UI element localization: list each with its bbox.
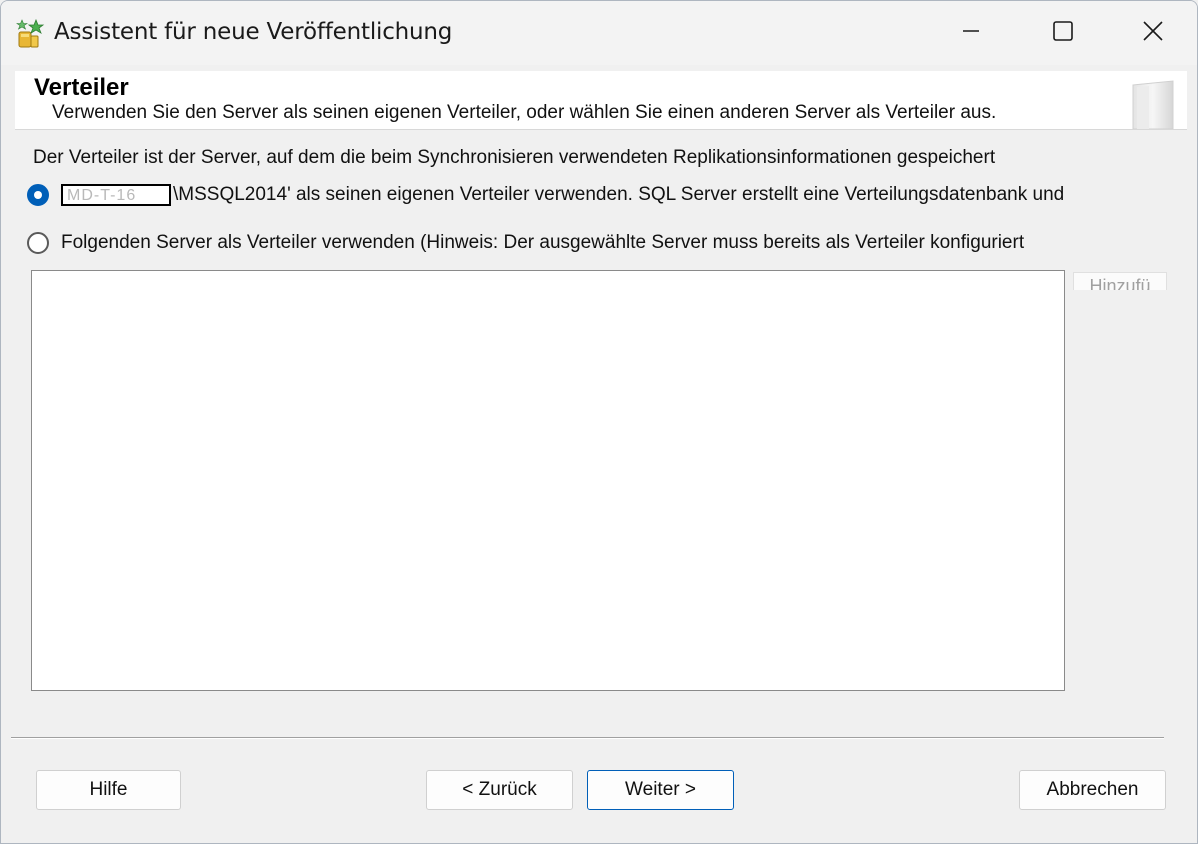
back-button[interactable]: < Zurück bbox=[426, 770, 573, 810]
minimize-icon bbox=[961, 21, 981, 46]
option-other-distributor[interactable]: Folgenden Server als Verteiler verwenden… bbox=[27, 232, 1024, 254]
option-other-distributor-label: Folgenden Server als Verteiler verwenden… bbox=[61, 232, 1025, 253]
distributor-info-text: Der Verteiler ist der Server, auf dem di… bbox=[33, 147, 996, 168]
close-icon bbox=[1142, 20, 1164, 47]
radio-own-distributor[interactable] bbox=[27, 184, 49, 206]
option-own-distributor[interactable]: MD-T-16 \MSSQL2014' als seinen eigenen Ve… bbox=[27, 184, 1064, 206]
footer-separator bbox=[11, 737, 1164, 739]
maximize-button[interactable] bbox=[1017, 1, 1109, 65]
header-graphic-icon bbox=[1127, 75, 1183, 130]
page-title: Verteiler bbox=[34, 74, 129, 101]
next-button[interactable]: Weiter > bbox=[587, 770, 734, 810]
window-title: Assistent für neue Veröffentlichung bbox=[54, 19, 453, 45]
radio-other-distributor[interactable] bbox=[27, 232, 49, 254]
cancel-button[interactable]: Abbrechen bbox=[1019, 770, 1166, 810]
maximize-icon bbox=[1052, 20, 1074, 47]
minimize-button[interactable] bbox=[925, 1, 1017, 65]
close-button[interactable] bbox=[1107, 1, 1197, 65]
help-button[interactable]: Hilfe bbox=[36, 770, 181, 810]
redacted-server-name: MD-T-16 bbox=[61, 184, 171, 206]
publication-wizard-icon bbox=[16, 16, 48, 50]
option-own-distributor-label: MD-T-16 \MSSQL2014' als seinen eigenen Ve… bbox=[61, 184, 1064, 206]
page-subtitle: Verwenden Sie den Server als seinen eige… bbox=[52, 102, 997, 123]
title-bar: Assistent für neue Veröffentlichung bbox=[1, 1, 1197, 65]
distributor-server-list[interactable] bbox=[31, 270, 1065, 691]
add-server-button[interactable]: Hinzufü bbox=[1073, 272, 1167, 290]
wizard-header: Verteiler Verwenden Sie den Server als s… bbox=[15, 71, 1187, 130]
wizard-window: Assistent für neue Veröffentlichung Vert… bbox=[0, 0, 1198, 844]
